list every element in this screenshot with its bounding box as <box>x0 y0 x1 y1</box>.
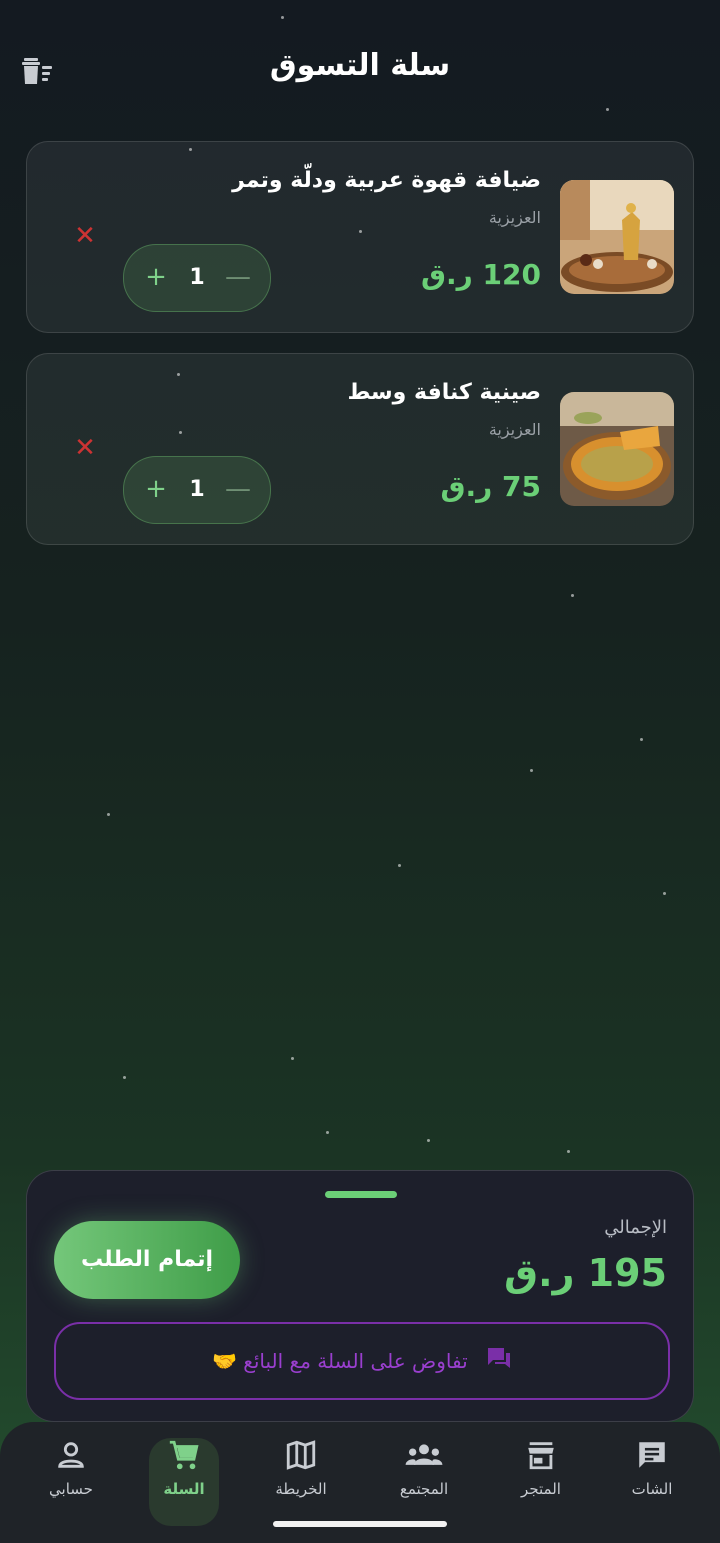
page-title: سلة التسوق <box>269 48 451 83</box>
product-price: 75 ر.ق <box>440 470 541 503</box>
nav-item-store[interactable]: المتجر <box>491 1438 591 1498</box>
product-price: 120 ر.ق <box>421 258 541 291</box>
nav-label: حسابي <box>49 1480 93 1498</box>
negotiate-label: تفاوض على السلة مع البائع 🤝 <box>211 1349 468 1373</box>
total-value: 195 ر.ق <box>504 1251 667 1295</box>
store-icon <box>528 1442 554 1470</box>
chat-icon <box>639 1442 665 1468</box>
cart-icon <box>169 1440 199 1470</box>
remove-icon[interactable]: ✕ <box>73 435 97 461</box>
decrease-button[interactable]: — <box>216 255 260 299</box>
sheet-handle[interactable] <box>325 1191 397 1198</box>
order-summary: الإجمالي 195 ر.ق إتمام الطلب تفاوض على ا… <box>26 1170 694 1422</box>
negotiate-button[interactable]: تفاوض على السلة مع البائع 🤝 <box>54 1322 670 1400</box>
product-image[interactable] <box>560 392 674 506</box>
nav-label: المتجر <box>521 1480 561 1498</box>
person-icon <box>58 1442 84 1468</box>
nav-label: الخريطة <box>275 1480 327 1498</box>
cart-item: ضيافة قهوة عربية ودلّة وتمر العزيزية 120… <box>26 141 694 333</box>
quantity-stepper: + 1 — <box>123 244 271 312</box>
product-name: صينية كنافة وسط <box>347 380 541 405</box>
community-icon <box>405 1444 443 1465</box>
nav-item-account[interactable]: حسابي <box>21 1438 121 1498</box>
cart-item: صينية كنافة وسط العزيزية 75 ر.ق ✕ + 1 — <box>26 353 694 545</box>
quantity-stepper: + 1 — <box>123 456 271 524</box>
nav-item-cart[interactable]: السلة <box>134 1438 234 1498</box>
nav-item-map[interactable]: الخريطة <box>251 1438 351 1498</box>
decrease-button[interactable]: — <box>216 467 260 511</box>
nav-label: الشات <box>631 1480 673 1498</box>
nav-label: السلة <box>163 1480 205 1498</box>
remove-icon[interactable]: ✕ <box>73 223 97 249</box>
checkout-button[interactable]: إتمام الطلب <box>54 1221 240 1299</box>
quantity-value: 1 <box>189 265 205 290</box>
chat-bubble-icon <box>486 1326 512 1400</box>
map-icon <box>286 1440 316 1470</box>
nav-item-chat[interactable]: الشات <box>602 1438 702 1498</box>
product-image[interactable] <box>560 180 674 294</box>
product-name: ضيافة قهوة عربية ودلّة وتمر <box>232 168 541 193</box>
shop-name: العزيزية <box>488 420 541 439</box>
header: سلة التسوق <box>0 40 720 100</box>
nav-item-community[interactable]: المجتمع <box>374 1438 474 1498</box>
bottom-nav: حسابي السلة الخريطة المجتمع المتجر الشات <box>0 1422 720 1543</box>
nav-label: المجتمع <box>399 1480 449 1498</box>
quantity-value: 1 <box>189 477 205 502</box>
total-label: الإجمالي <box>604 1217 667 1238</box>
home-indicator <box>273 1521 447 1527</box>
shop-name: العزيزية <box>488 208 541 227</box>
